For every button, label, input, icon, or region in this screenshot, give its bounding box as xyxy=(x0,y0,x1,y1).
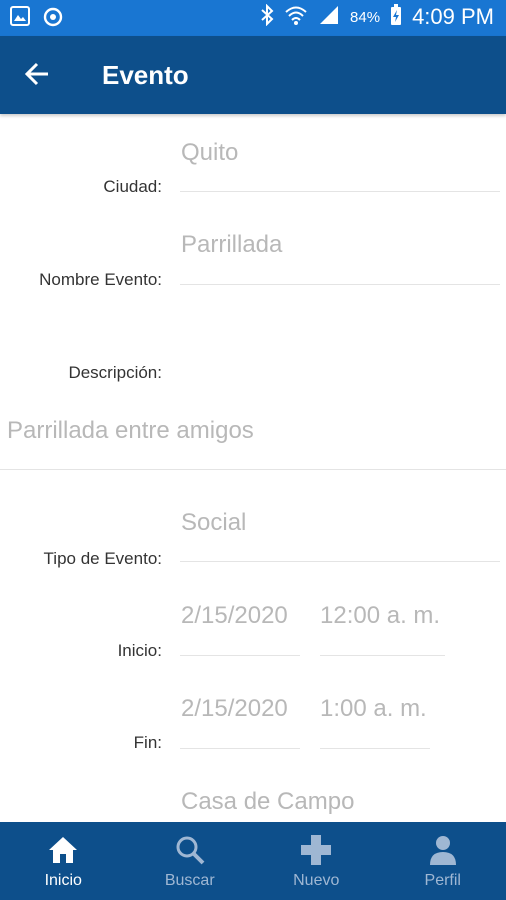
start-date-underline xyxy=(180,655,300,656)
start-time-field[interactable]: 12:00 a. m. xyxy=(320,602,440,630)
nav-item-perfil[interactable]: Perfil xyxy=(380,822,506,900)
city-field[interactable]: Quito xyxy=(181,139,238,167)
place-field[interactable]: Casa de Campo xyxy=(181,788,354,816)
start-label: Inicio: xyxy=(117,641,162,660)
event-type-label: Tipo de Evento: xyxy=(43,549,162,568)
event-type-underline xyxy=(180,561,500,562)
description-field[interactable]: Parrillada entre amigos xyxy=(7,417,254,445)
end-time-underline xyxy=(320,748,430,749)
city-field-underline xyxy=(180,191,500,192)
clock: 4:09 PM xyxy=(412,4,494,29)
end-date-field[interactable]: 2/15/2020 xyxy=(181,695,288,723)
battery-icon xyxy=(390,4,402,30)
nav-label-buscar: Buscar xyxy=(164,872,215,889)
signal-icon xyxy=(318,5,340,29)
event-name-label: Nombre Evento: xyxy=(39,270,162,289)
user-icon xyxy=(426,834,460,866)
status-bar: 84% 4:09 PM xyxy=(0,0,506,36)
start-date-field[interactable]: 2/15/2020 xyxy=(181,602,288,630)
app-bar: Evento xyxy=(0,36,506,114)
city-label: Ciudad: xyxy=(103,177,162,196)
description-label: Descripción: xyxy=(68,363,162,382)
end-date-underline xyxy=(180,748,300,749)
nav-item-nuevo[interactable]: Nuevo xyxy=(253,822,380,900)
back-arrow-icon[interactable] xyxy=(22,58,54,90)
bluetooth-icon xyxy=(260,3,274,30)
gallery-icon xyxy=(10,6,30,33)
event-name-field[interactable]: Parrillada xyxy=(181,231,282,259)
page-title: Evento xyxy=(102,60,189,90)
nav-item-inicio[interactable]: Inicio xyxy=(0,822,127,900)
bottom-nav: Inicio Buscar Nuevo Perfil xyxy=(0,822,506,900)
plus-icon xyxy=(299,834,333,866)
description-underline xyxy=(0,469,506,470)
event-type-field[interactable]: Social xyxy=(181,509,246,537)
event-name-underline xyxy=(180,284,500,285)
nav-label-nuevo: Nuevo xyxy=(293,872,340,889)
end-time-field[interactable]: 1:00 a. m. xyxy=(320,695,427,723)
battery-percent: 84% xyxy=(350,8,381,26)
nav-label-inicio: Inicio xyxy=(44,872,82,889)
wifi-icon xyxy=(284,4,308,30)
start-time-underline xyxy=(320,655,445,656)
home-icon xyxy=(46,834,80,866)
event-form: Quito Ciudad: Parrillada Nombre Evento: … xyxy=(0,114,506,822)
nav-label-perfil: Perfil xyxy=(424,872,461,889)
sync-icon xyxy=(42,6,64,33)
search-icon xyxy=(173,834,207,866)
end-label: Fin: xyxy=(133,733,162,752)
nav-item-buscar[interactable]: Buscar xyxy=(127,822,254,900)
